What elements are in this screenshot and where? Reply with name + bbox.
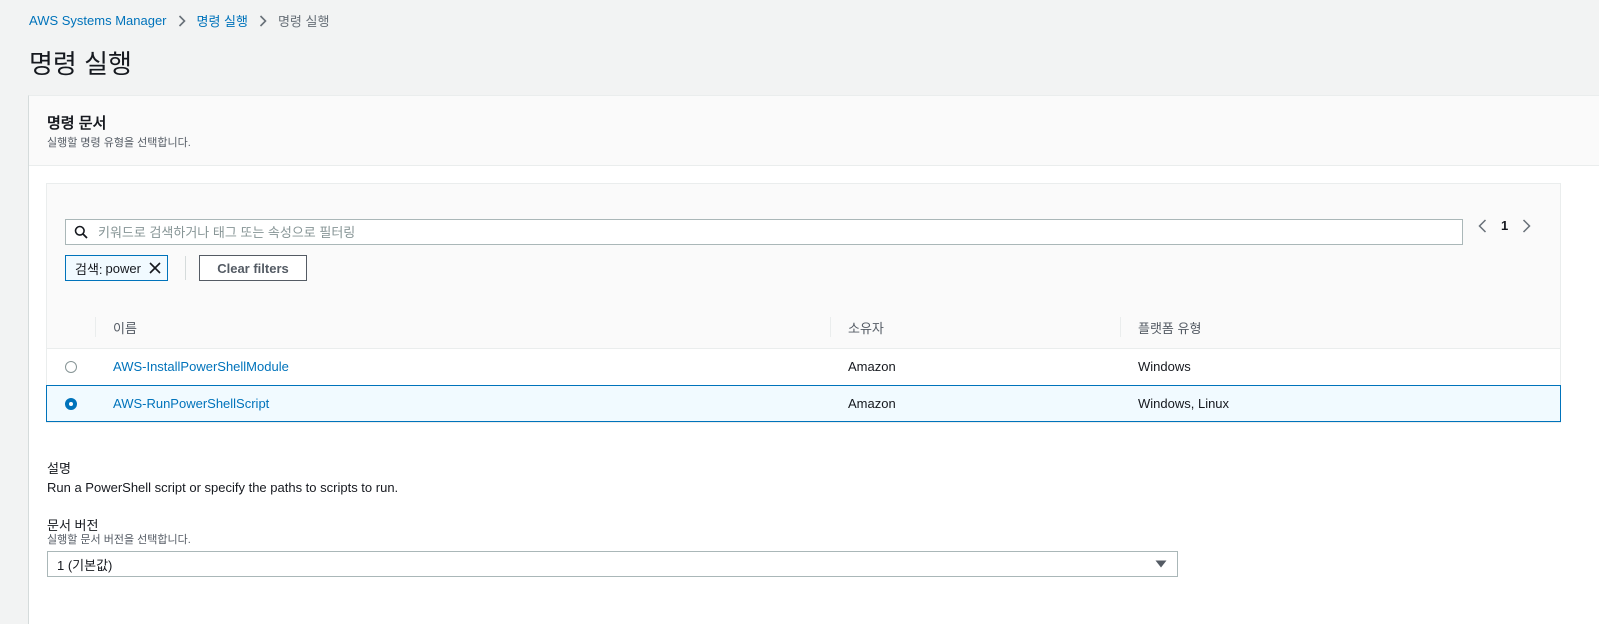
panel-title: 명령 문서 xyxy=(47,115,107,132)
radio-button-selected[interactable] xyxy=(65,397,77,410)
caret-down-icon xyxy=(1155,560,1167,568)
filter-area: 1 검색: power Clear filters xyxy=(47,184,1560,307)
chevron-left-icon[interactable] xyxy=(1478,218,1487,233)
row-radio[interactable] xyxy=(65,386,77,421)
clear-filters-button[interactable]: Clear filters xyxy=(199,255,307,281)
document-version-select[interactable]: 1 (기본값) xyxy=(47,551,1178,577)
document-version-value: 1 (기본값) xyxy=(57,557,113,573)
filter-token: 검색: power xyxy=(65,255,168,281)
description-label: 설명 xyxy=(47,461,71,476)
table-row-selected[interactable]: AWS-RunPowerShellScript Amazon Windows, … xyxy=(46,385,1561,422)
row-radio[interactable] xyxy=(65,349,77,384)
search-box[interactable] xyxy=(65,219,1463,245)
breadcrumb-current: 명령 실행 xyxy=(277,14,330,29)
owner-cell: Amazon xyxy=(848,359,896,374)
filter-token-label: 검색: xyxy=(75,261,103,277)
panel-header: 명령 문서 실행할 명령 유형을 선택합니다. xyxy=(29,96,1599,166)
breadcrumb-item-run-command[interactable]: 명령 실행 xyxy=(197,11,248,30)
owner-cell: Amazon xyxy=(848,396,896,411)
table-row[interactable]: AWS-InstallPowerShellModule Amazon Windo… xyxy=(47,349,1560,384)
document-name-link[interactable]: AWS-RunPowerShellScript xyxy=(113,396,269,411)
column-header-platform[interactable]: 플랫폼 유형 xyxy=(1138,306,1201,348)
description-text: Run a PowerShell script or specify the p… xyxy=(47,480,399,495)
filter-divider xyxy=(185,256,186,280)
column-divider xyxy=(1120,317,1121,337)
command-document-panel: 명령 문서 실행할 명령 유형을 선택합니다. 1 검색: xyxy=(28,95,1599,624)
chevron-right-icon[interactable] xyxy=(1522,218,1531,233)
radio-button[interactable] xyxy=(65,360,77,373)
close-icon[interactable] xyxy=(149,262,161,274)
current-page-number[interactable]: 1 xyxy=(1501,218,1508,233)
column-header-name[interactable]: 이름 xyxy=(113,306,137,348)
filter-token-value: power xyxy=(105,260,141,276)
chevron-right-icon xyxy=(259,14,267,27)
search-input[interactable] xyxy=(96,221,1462,243)
breadcrumb: AWS Systems Manager 명령 실행 명령 실행 xyxy=(29,11,329,30)
chevron-right-icon xyxy=(178,14,186,27)
table-header: 이름 소유자 플랫폼 유형 xyxy=(47,306,1560,349)
document-name-link[interactable]: AWS-InstallPowerShellModule xyxy=(113,359,289,374)
pagination: 1 xyxy=(1478,218,1531,233)
panel-subtitle: 실행할 명령 유형을 선택합니다. xyxy=(47,137,191,149)
breadcrumb-item-systems-manager[interactable]: AWS Systems Manager xyxy=(29,13,167,28)
page-title: 명령 실행 xyxy=(29,49,132,79)
documents-table: 1 검색: power Clear filters 이름 소유자 플랫폼 유형 xyxy=(46,183,1561,423)
search-icon xyxy=(66,225,96,239)
column-header-owner[interactable]: 소유자 xyxy=(848,306,884,348)
document-version-subtitle: 실행할 문서 버전을 선택합니다. xyxy=(47,534,191,546)
column-divider xyxy=(830,317,831,337)
platform-cell: Windows xyxy=(1138,359,1191,374)
column-divider xyxy=(95,317,96,337)
platform-cell: Windows, Linux xyxy=(1138,396,1230,411)
